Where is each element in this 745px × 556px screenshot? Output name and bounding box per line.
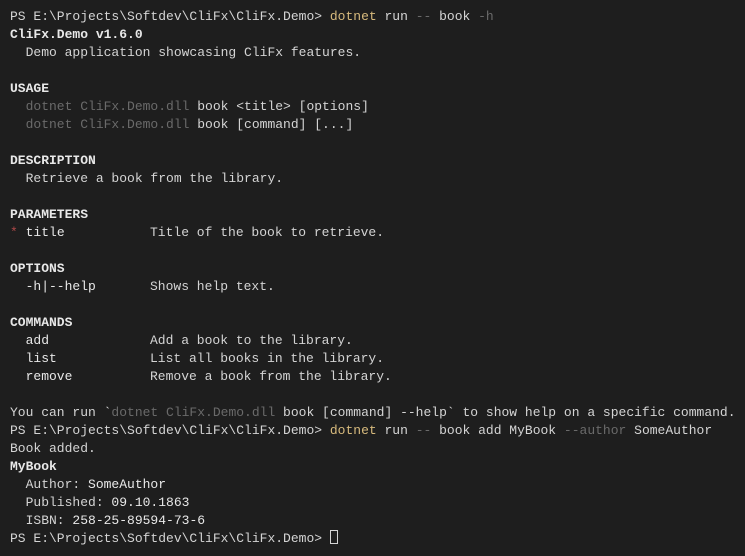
option-name: -h|--help bbox=[10, 278, 150, 296]
shell-prompt: PS E:\Projects\Softdev\CliFx\CliFx.Demo> bbox=[10, 423, 330, 438]
param-name: title bbox=[26, 225, 65, 240]
app-version: CliFx.Demo v1.6.0 bbox=[10, 26, 735, 44]
book-published: Published: 09.10.1863 bbox=[10, 494, 735, 512]
description-text: Retrieve a book from the library. bbox=[10, 170, 735, 188]
book-title: MyBook bbox=[10, 458, 735, 476]
command-row: listList all books in the library. bbox=[10, 350, 735, 368]
cmd-author-flag: --author bbox=[564, 423, 634, 438]
required-star-icon: * bbox=[10, 225, 26, 240]
cursor-icon[interactable] bbox=[330, 530, 338, 544]
cmd-exe: dotnet bbox=[330, 9, 377, 24]
shell-prompt: PS E:\Projects\Softdev\CliFx\CliFx.Demo> bbox=[10, 531, 330, 546]
option-desc: Shows help text. bbox=[150, 278, 275, 296]
cmd-exe: dotnet bbox=[330, 423, 377, 438]
option-row: -h|--helpShows help text. bbox=[10, 278, 735, 296]
cmd-run: run bbox=[377, 423, 416, 438]
output-added: Book added. bbox=[10, 440, 735, 458]
usage-header: USAGE bbox=[10, 80, 735, 98]
usage-line-1: dotnet CliFx.Demo.dll book <title> [opti… bbox=[10, 98, 735, 116]
cmd-run: run bbox=[377, 9, 416, 24]
param-row: * title Title of the book to retrieve. bbox=[10, 224, 735, 242]
commands-header: COMMANDS bbox=[10, 314, 735, 332]
command-name: list bbox=[10, 350, 150, 368]
command-row: addAdd a book to the library. bbox=[10, 332, 735, 350]
command-row: removeRemove a book from the library. bbox=[10, 368, 735, 386]
command-desc: Add a book to the library. bbox=[150, 332, 353, 350]
command-desc: Remove a book from the library. bbox=[150, 368, 392, 386]
prompt-line-2: PS E:\Projects\Softdev\CliFx\CliFx.Demo>… bbox=[10, 422, 735, 440]
prompt-line-1: PS E:\Projects\Softdev\CliFx\CliFx.Demo>… bbox=[10, 8, 735, 26]
cmd-author-value: SomeAuthor bbox=[634, 423, 712, 438]
help-hint: You can run `dotnet CliFx.Demo.dll book … bbox=[10, 404, 735, 422]
app-description: Demo application showcasing CliFx featur… bbox=[10, 44, 735, 62]
cmd-flag: -h bbox=[478, 9, 494, 24]
cmd-dash: -- bbox=[416, 9, 439, 24]
cmd-rest: book add MyBook bbox=[439, 423, 564, 438]
cmd-sub: book bbox=[439, 9, 478, 24]
shell-prompt: PS E:\Projects\Softdev\CliFx\CliFx.Demo> bbox=[10, 9, 330, 24]
parameters-header: PARAMETERS bbox=[10, 206, 735, 224]
terminal[interactable]: PS E:\Projects\Softdev\CliFx\CliFx.Demo>… bbox=[10, 8, 735, 548]
book-author: Author: SomeAuthor bbox=[10, 476, 735, 494]
description-header: DESCRIPTION bbox=[10, 152, 735, 170]
command-name: add bbox=[10, 332, 150, 350]
cmd-dash: -- bbox=[416, 423, 439, 438]
param-desc: Title of the book to retrieve. bbox=[150, 224, 384, 242]
command-desc: List all books in the library. bbox=[150, 350, 384, 368]
options-header: OPTIONS bbox=[10, 260, 735, 278]
command-name: remove bbox=[10, 368, 150, 386]
book-isbn: ISBN: 258-25-89594-73-6 bbox=[10, 512, 735, 530]
prompt-line-3: PS E:\Projects\Softdev\CliFx\CliFx.Demo> bbox=[10, 530, 735, 548]
usage-line-2: dotnet CliFx.Demo.dll book [command] [..… bbox=[10, 116, 735, 134]
